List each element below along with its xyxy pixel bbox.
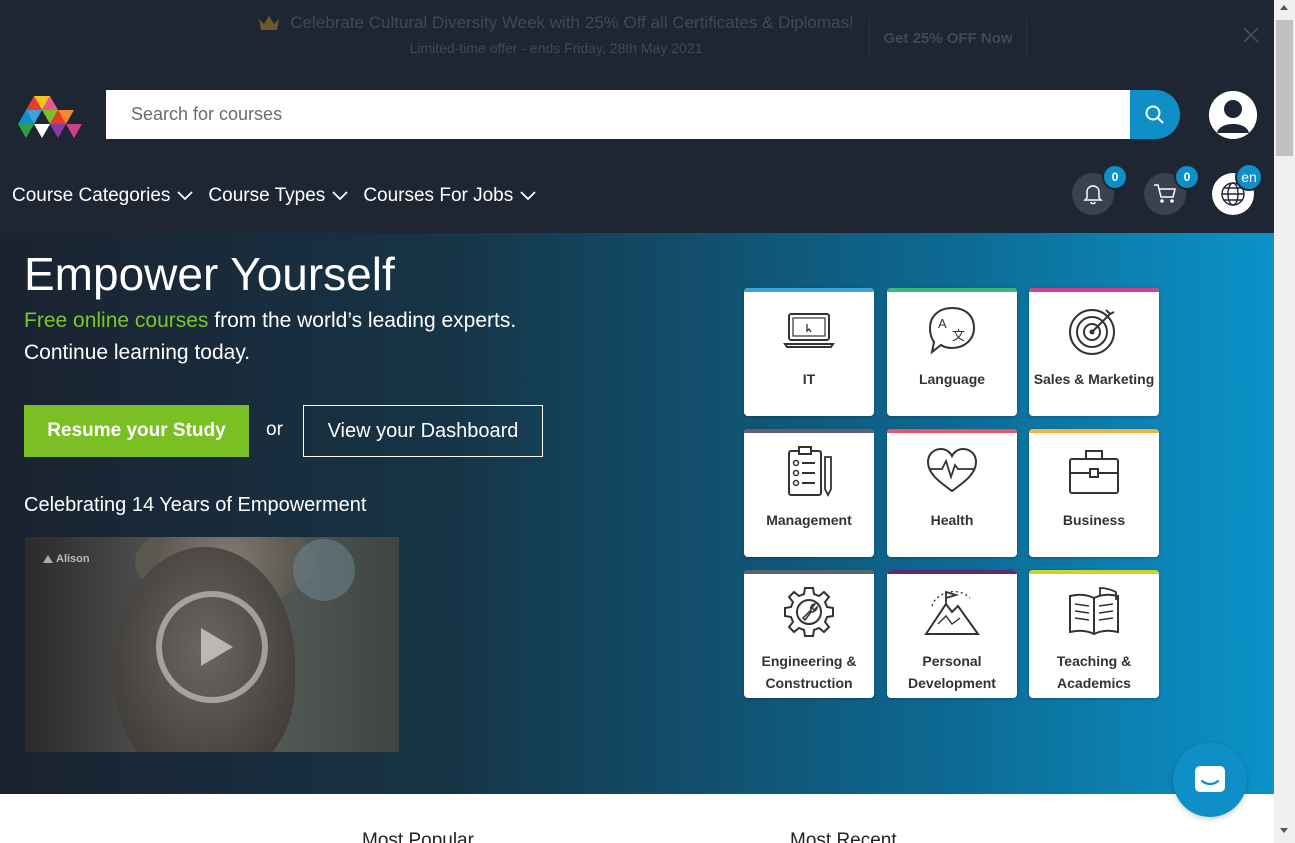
notifications-badge: 0 bbox=[1102, 164, 1128, 190]
tile-color-bar bbox=[744, 429, 874, 433]
tile-color-bar bbox=[1029, 288, 1159, 292]
scroll-down-arrow-icon[interactable] bbox=[1280, 828, 1288, 833]
chat-launcher-button[interactable] bbox=[1173, 743, 1247, 817]
main-nav: Course Categories Course Types Courses F… bbox=[12, 183, 537, 209]
promo-title-row: Celebrate Cultural Diversity Week with 2… bbox=[246, 12, 866, 34]
search-input[interactable] bbox=[106, 90, 1130, 139]
bell-icon bbox=[1083, 185, 1103, 205]
tile-label: Language bbox=[918, 371, 986, 387]
alison-logo[interactable] bbox=[18, 94, 82, 138]
celebrate-heading: Celebrating 14 Years of Empowerment bbox=[24, 494, 367, 516]
category-tile-engineering[interactable]: Engineering & Construction bbox=[744, 570, 874, 698]
category-tile-personal-development[interactable]: Personal Development bbox=[887, 570, 1017, 698]
view-dashboard-button[interactable]: View your Dashboard bbox=[303, 405, 543, 457]
open-book-icon bbox=[1069, 587, 1119, 636]
cart-badge: 0 bbox=[1174, 164, 1200, 190]
hero-subtitle-highlight: Free online courses bbox=[24, 309, 209, 332]
tab-most-popular[interactable]: Most Popular bbox=[362, 830, 474, 843]
user-avatar[interactable] bbox=[1209, 91, 1257, 139]
chevron-down-icon bbox=[520, 191, 536, 201]
briefcase-icon bbox=[1069, 450, 1119, 494]
category-tile-language[interactable]: A文 Language bbox=[887, 288, 1017, 416]
promo-cta-button[interactable]: Get 25% OFF Now bbox=[869, 20, 1027, 56]
tile-color-bar bbox=[1029, 429, 1159, 433]
promo-text: Celebrate Cultural Diversity Week with 2… bbox=[246, 12, 866, 56]
tab-most-recent[interactable]: Most Recent bbox=[790, 830, 897, 843]
scroll-up-arrow-icon[interactable] bbox=[1280, 5, 1288, 10]
category-tile-it[interactable]: IT bbox=[744, 288, 874, 416]
video-watermark-text: Alison bbox=[56, 553, 90, 565]
nav-item-label: Course Categories bbox=[12, 185, 171, 206]
nav-course-types[interactable]: Course Types bbox=[208, 183, 349, 209]
language-badge: en bbox=[1235, 163, 1263, 191]
tile-label: Health bbox=[930, 512, 974, 528]
search-bar bbox=[106, 90, 1180, 139]
chevron-down-icon bbox=[177, 191, 194, 201]
category-tile-management[interactable]: Management bbox=[744, 429, 874, 557]
chat-icon bbox=[1195, 766, 1225, 792]
promo-banner: Celebrate Cultural Diversity Week with 2… bbox=[0, 0, 1274, 72]
intro-video[interactable]: Alison bbox=[25, 537, 399, 752]
tile-label: Business bbox=[1062, 512, 1126, 528]
close-icon[interactable] bbox=[1240, 24, 1262, 46]
tile-label: Management bbox=[766, 512, 852, 528]
tile-color-bar bbox=[887, 570, 1017, 574]
tile-color-bar bbox=[887, 288, 1017, 292]
laptop-icon bbox=[783, 313, 835, 348]
hero-subtitle-rest: from the world’s leading experts. bbox=[208, 309, 517, 332]
crown-icon bbox=[259, 16, 280, 30]
alison-mini-logo-icon bbox=[43, 555, 53, 563]
category-tile-teaching-academics[interactable]: Teaching & Academics bbox=[1029, 570, 1159, 698]
scrollbar-thumb[interactable] bbox=[1276, 20, 1293, 156]
category-tile-business[interactable]: Business bbox=[1029, 429, 1159, 557]
or-label: or bbox=[266, 419, 283, 440]
svg-text:A: A bbox=[938, 316, 947, 331]
nav-course-categories[interactable]: Course Categories bbox=[12, 183, 194, 209]
tile-color-bar bbox=[744, 288, 874, 292]
svg-text:文: 文 bbox=[952, 328, 965, 343]
video-thumbnail-bokeh bbox=[293, 539, 355, 601]
tile-color-bar bbox=[887, 429, 1017, 433]
clipboard-icon bbox=[788, 446, 832, 498]
user-icon bbox=[1209, 91, 1257, 139]
mountain-flag-icon bbox=[924, 590, 980, 635]
tile-label: Engineering & Construction bbox=[761, 653, 857, 691]
search-icon bbox=[1145, 105, 1164, 124]
translate-bubble-icon: A文 bbox=[928, 306, 976, 355]
hero-title: Empower Yourself bbox=[24, 248, 395, 300]
tile-label: Teaching & Academics bbox=[1056, 653, 1132, 691]
heart-pulse-icon bbox=[926, 447, 978, 493]
video-watermark: Alison bbox=[43, 553, 90, 565]
promo-subtitle: Limited-time offer - ends Friday, 28th M… bbox=[409, 40, 703, 56]
nav-courses-for-jobs[interactable]: Courses For Jobs bbox=[363, 183, 537, 209]
nav-item-label: Course Types bbox=[208, 185, 326, 206]
tile-label: Personal Development bbox=[908, 653, 996, 691]
category-tile-sales-marketing[interactable]: Sales & Marketing bbox=[1029, 288, 1159, 416]
tile-color-bar bbox=[744, 570, 874, 574]
tile-color-bar bbox=[1029, 570, 1159, 574]
category-tile-health[interactable]: Health bbox=[887, 429, 1017, 557]
nav-item-label: Courses For Jobs bbox=[363, 185, 514, 206]
search-button[interactable] bbox=[1130, 90, 1180, 139]
hero-subtitle-line2: Continue learning today. bbox=[24, 341, 251, 364]
page-scrollbar[interactable] bbox=[1274, 0, 1295, 843]
chevron-down-icon bbox=[332, 191, 348, 201]
promo-title: Celebrate Cultural Diversity Week with 2… bbox=[290, 13, 854, 32]
target-icon bbox=[1069, 309, 1115, 355]
tile-label: Sales & Marketing bbox=[1033, 371, 1155, 387]
play-icon[interactable] bbox=[155, 590, 269, 704]
hero-subtitle: Free online courses from the world’s lea… bbox=[24, 305, 584, 369]
resume-study-button[interactable]: Resume your Study bbox=[24, 405, 249, 457]
cart-icon bbox=[1154, 184, 1176, 203]
gear-wrench-icon bbox=[784, 587, 834, 637]
tile-label: IT bbox=[802, 371, 816, 387]
